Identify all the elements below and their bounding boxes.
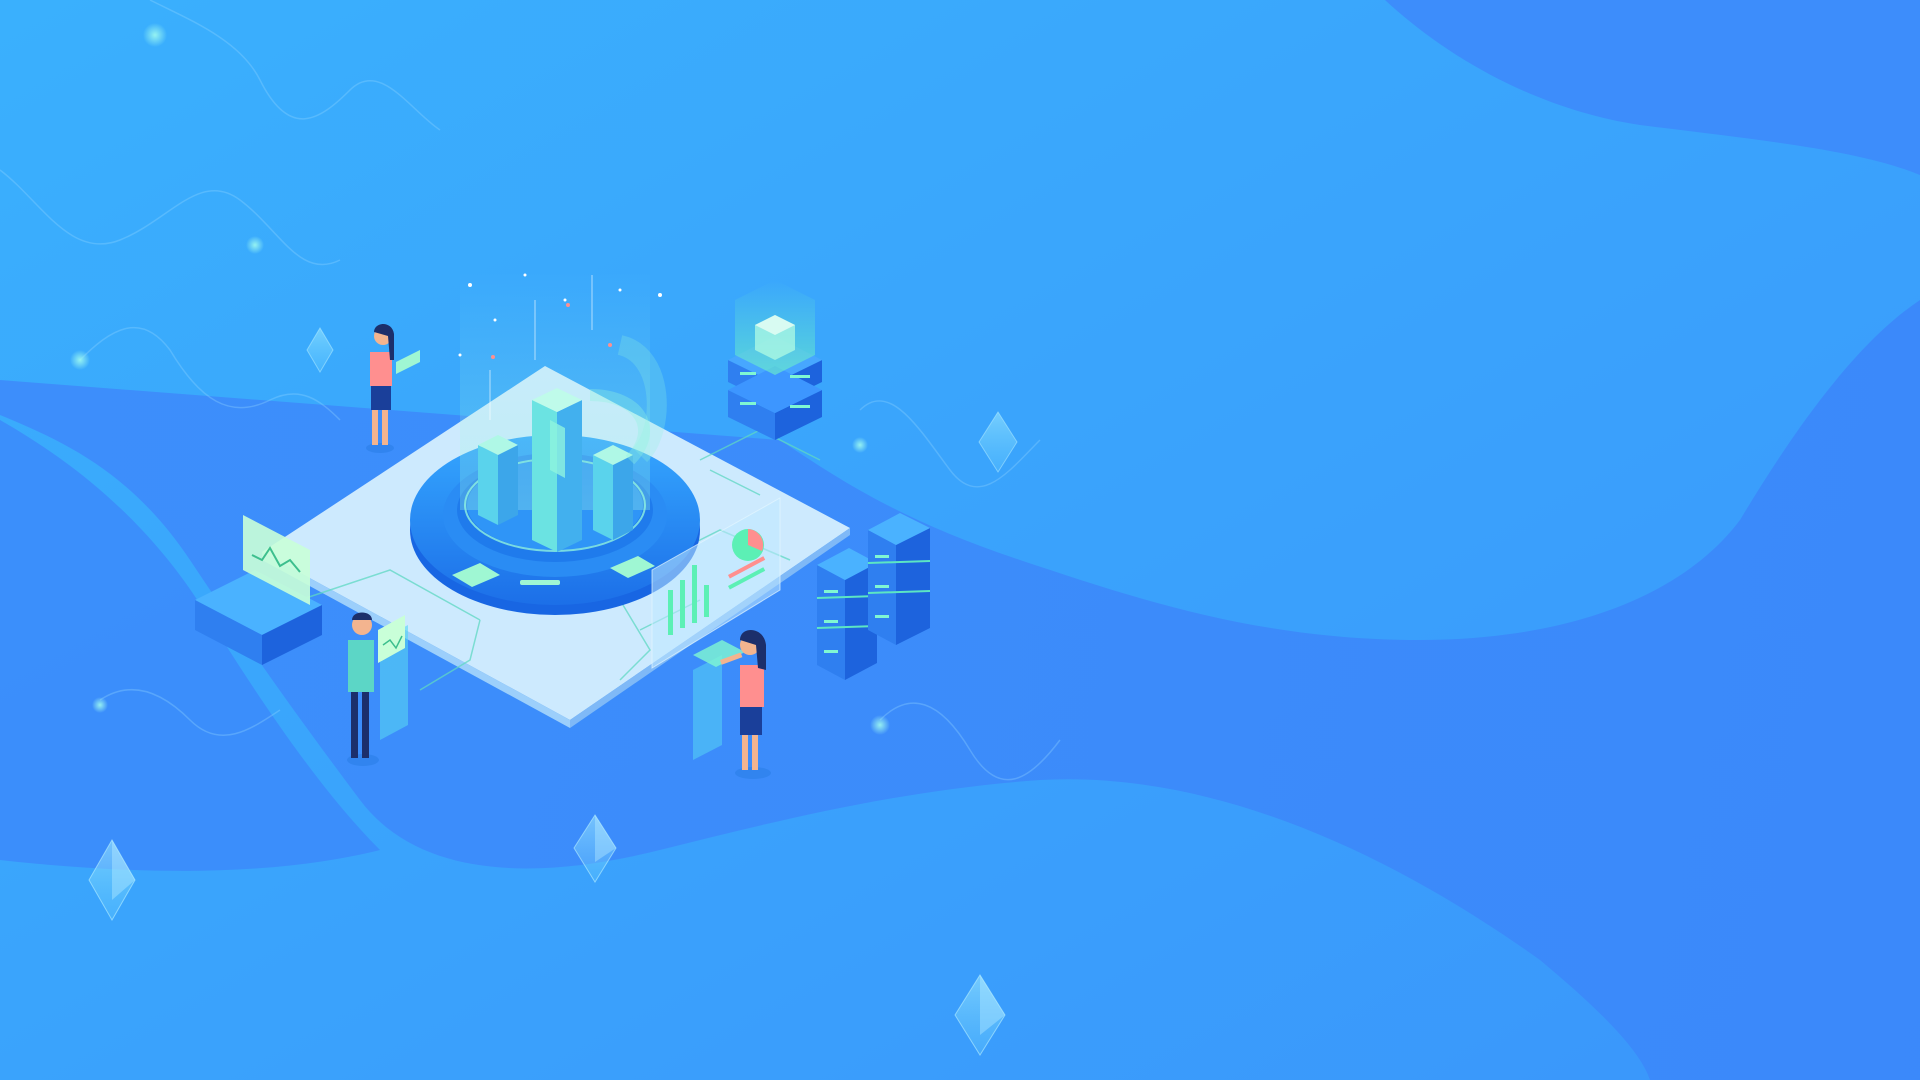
isometric-data-center-illustration xyxy=(0,0,1920,1080)
server-rack-icon xyxy=(728,280,822,440)
